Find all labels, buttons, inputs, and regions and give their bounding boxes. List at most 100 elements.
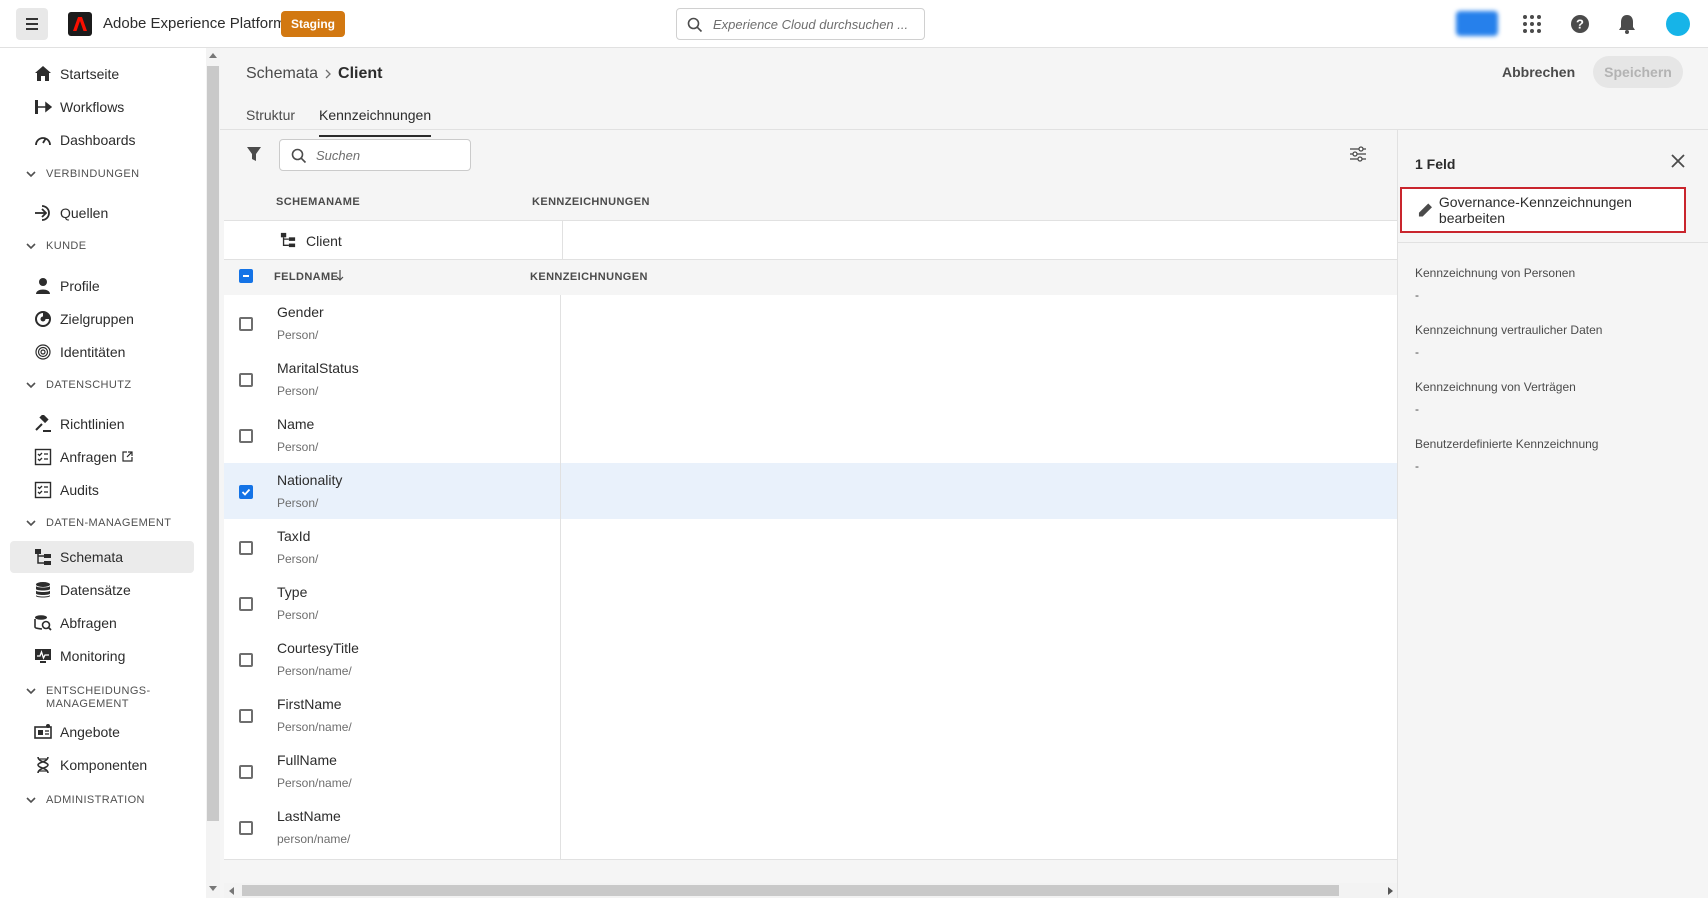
table-row[interactable]: LastName person/name/ — [224, 799, 1399, 860]
user-avatar[interactable] — [1666, 12, 1690, 36]
row-checkbox[interactable] — [239, 821, 253, 835]
column-header-feldname[interactable]: FELDNAME — [274, 271, 338, 283]
table-search-input[interactable]: Suchen — [279, 139, 471, 171]
sidebar-item-label: Audits — [60, 482, 99, 498]
table-row[interactable]: TaxId Person/ — [224, 519, 1399, 580]
chevron-down-icon — [26, 382, 36, 389]
sidebar-item-datensaetze[interactable]: Datensätze — [10, 574, 194, 606]
hamburger-menu-icon[interactable] — [16, 8, 48, 40]
sidebar-item-komponenten[interactable]: Komponenten — [10, 749, 194, 781]
cancel-button[interactable]: Abbrechen — [1490, 57, 1587, 87]
chevron-down-icon — [26, 243, 36, 250]
row-checkbox[interactable] — [239, 709, 253, 723]
sort-descending-icon[interactable] — [336, 270, 344, 281]
close-icon[interactable] — [1671, 154, 1685, 168]
row-checkbox[interactable] — [239, 373, 253, 387]
row-checkbox[interactable] — [239, 317, 253, 331]
scroll-up-arrow-icon[interactable] — [209, 52, 217, 58]
field-name: FirstName — [277, 696, 342, 712]
table-scrollbar-thumb[interactable] — [242, 885, 1339, 896]
sidebar-item-label: Monitoring — [60, 648, 126, 664]
sidebar-item-workflows[interactable]: Workflows — [10, 91, 194, 123]
labels-table: Suchen SCHEMANAME KENNZEICHNUNGEN Client… — [224, 130, 1399, 898]
sidebar-scrollbar[interactable] — [206, 48, 220, 898]
save-button[interactable]: Speichern — [1593, 56, 1683, 88]
sidebar-item-audits[interactable]: Audits — [10, 474, 194, 506]
notifications-bell-icon[interactable] — [1616, 13, 1638, 35]
table-search-placeholder: Suchen — [316, 148, 361, 163]
sidebar-item-label: Startseite — [60, 66, 120, 82]
sidebar-item-identitaeten[interactable]: Identitäten — [10, 336, 194, 368]
edit-governance-labels-button[interactable]: Governance-Kennzeichnungen bearbeiten — [1400, 187, 1686, 233]
section-datenschutz[interactable]: DATENSCHUTZ — [26, 379, 131, 392]
table-row[interactable]: FullName Person/name/ — [224, 743, 1399, 804]
fingerprint-icon — [35, 344, 51, 360]
sidebar-item-schemata[interactable]: Schemata — [10, 541, 194, 573]
chevron-right-icon — [325, 69, 331, 79]
row-checkbox[interactable] — [239, 429, 253, 443]
section-kunde[interactable]: KUNDE — [26, 240, 87, 253]
field-name: Gender — [277, 304, 324, 320]
scroll-left-arrow-icon[interactable] — [228, 887, 234, 895]
help-icon[interactable]: ? — [1569, 13, 1591, 35]
sidebar-item-zielgruppen[interactable]: Zielgruppen — [10, 303, 194, 335]
sidebar-item-label: Profile — [60, 278, 100, 294]
section-label-line1: ENTSCHEIDUNGS- — [46, 685, 151, 697]
sidebar-item-quellen[interactable]: Quellen — [10, 197, 194, 229]
table-row[interactable]: MaritalStatus Person/ — [224, 351, 1399, 412]
top-bar: Adobe Experience Platform Staging Experi… — [0, 0, 1708, 48]
sidebar-item-angebote[interactable]: Angebote — [10, 716, 194, 748]
scroll-right-arrow-icon[interactable] — [1388, 887, 1394, 895]
column-divider — [560, 799, 561, 860]
section-entscheidungs-management[interactable]: ENTSCHEIDUNGS- MANAGEMENT — [26, 685, 151, 711]
adobe-logo[interactable] — [68, 12, 92, 36]
apps-grid-icon[interactable] — [1521, 13, 1543, 35]
column-divider — [560, 463, 561, 524]
row-checkbox-checked[interactable] — [239, 485, 253, 499]
row-checkbox[interactable] — [239, 597, 253, 611]
row-checkbox[interactable] — [239, 541, 253, 555]
filter-icon[interactable] — [246, 146, 262, 162]
field-path: Person/name/ — [277, 720, 352, 734]
sandbox-button[interactable] — [1456, 11, 1498, 36]
table-row-selected[interactable]: Nationality Person/ — [224, 463, 1399, 524]
table-horizontal-scrollbar[interactable] — [224, 883, 1399, 898]
section-daten-management[interactable]: DATEN-MANAGEMENT — [26, 517, 171, 530]
select-all-checkbox[interactable] — [239, 269, 253, 283]
table-row[interactable]: Name Person/ — [224, 407, 1399, 468]
table-row[interactable]: Gender Person/ — [224, 295, 1399, 356]
sidebar-scrollbar-thumb[interactable] — [207, 66, 219, 821]
chevron-down-icon — [26, 688, 36, 695]
sidebar: Startseite Workflows Dashboards VERBINDU… — [0, 48, 206, 898]
schema-row[interactable]: Client — [224, 220, 1399, 261]
section-label: DATENSCHUTZ — [46, 379, 132, 391]
section-administration[interactable]: ADMINISTRATION — [26, 794, 145, 807]
field-name: LastName — [277, 808, 341, 824]
environment-badge[interactable]: Staging — [281, 11, 345, 37]
field-rows: Gender Person/ MaritalStatus Person/ Nam… — [224, 295, 1399, 872]
row-checkbox[interactable] — [239, 653, 253, 667]
sidebar-item-monitoring[interactable]: Monitoring — [10, 640, 194, 672]
section-verbindungen[interactable]: VERBINDUNGEN — [26, 168, 139, 181]
sidebar-item-startseite[interactable]: Startseite — [10, 58, 194, 90]
table-row[interactable]: Type Person/ — [224, 575, 1399, 636]
label-vertrauliche-daten: Kennzeichnung vertraulicher Daten — [1415, 323, 1603, 337]
table-row[interactable]: FirstName Person/name/ — [224, 687, 1399, 748]
column-settings-icon[interactable] — [1349, 145, 1367, 163]
row-checkbox[interactable] — [239, 765, 253, 779]
schema-icon — [280, 232, 296, 248]
sidebar-item-abfragen[interactable]: Abfragen — [10, 607, 194, 639]
table-row[interactable]: CourtesyTitle Person/name/ — [224, 631, 1399, 692]
sidebar-item-anfragen[interactable]: Anfragen — [10, 441, 194, 473]
sidebar-item-profile[interactable]: Profile — [10, 270, 194, 302]
breadcrumb-parent[interactable]: Schemata — [246, 65, 318, 83]
database-icon — [36, 582, 50, 598]
global-search-input[interactable]: Experience Cloud durchsuchen ... — [676, 8, 925, 40]
search-placeholder: Experience Cloud durchsuchen ... — [713, 17, 909, 32]
scroll-down-arrow-icon[interactable] — [209, 886, 217, 892]
app-title[interactable]: Adobe Experience Platform — [103, 15, 286, 32]
sidebar-item-richtlinien[interactable]: Richtlinien — [10, 408, 194, 440]
sidebar-item-dashboards[interactable]: Dashboards — [10, 124, 194, 156]
checkmark-icon — [241, 488, 251, 496]
query-icon — [34, 615, 52, 631]
